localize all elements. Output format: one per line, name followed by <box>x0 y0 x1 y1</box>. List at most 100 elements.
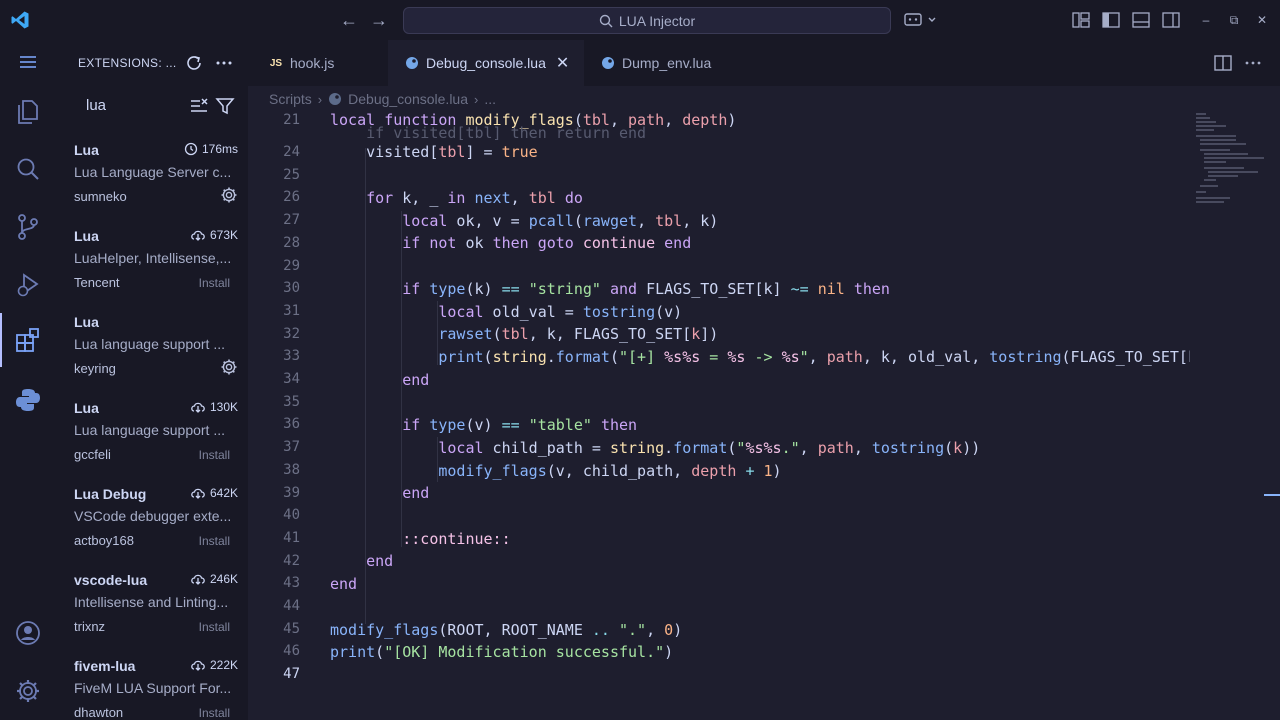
more-actions-icon[interactable] <box>1243 53 1263 73</box>
clear-filter-icon[interactable] <box>189 96 209 116</box>
search-icon[interactable] <box>12 153 44 185</box>
code-line: end <box>402 371 430 389</box>
install-button[interactable]: Install <box>199 448 230 462</box>
refresh-icon[interactable] <box>183 52 205 74</box>
extension-item[interactable]: vscode-lua 246K Intellisense and Linting..… <box>74 572 242 658</box>
install-button[interactable]: Install <box>199 620 230 634</box>
code-line: ::continue:: <box>402 530 511 548</box>
split-editor-icon[interactable] <box>1213 53 1233 73</box>
install-button[interactable]: Install <box>199 706 230 720</box>
editor-area: JS hook.js Debug_console.lua ✕ Dump_env.… <box>248 40 1280 720</box>
breadcrumb-folder[interactable]: Scripts <box>269 91 312 107</box>
line-number: 34 <box>283 371 300 387</box>
line-number: 26 <box>283 189 300 206</box>
install-button[interactable]: Install <box>199 276 230 290</box>
code-line: end <box>402 484 430 502</box>
line-number: 27 <box>283 212 300 229</box>
layout-icon[interactable] <box>1071 10 1091 30</box>
extension-stat: 222K <box>190 658 238 672</box>
tab-hook-js[interactable]: JS hook.js <box>252 40 388 86</box>
extension-description: Lua language support ... <box>74 336 226 352</box>
settings-icon[interactable] <box>12 675 44 707</box>
extension-name: Lua <box>74 314 99 330</box>
panel-toggle-icon[interactable] <box>1131 10 1151 30</box>
line-number: 24 <box>283 144 300 160</box>
history-icon <box>184 142 198 156</box>
run-debug-icon[interactable] <box>12 269 44 301</box>
more-actions-icon[interactable] <box>213 52 235 74</box>
code-line: print("[OK] Modification successful.") <box>330 643 674 661</box>
extension-description: Lua Language Server c... <box>74 164 232 180</box>
extension-item[interactable]: Lua Debug 642K VSCode debugger exte... actb… <box>74 486 242 572</box>
breadcrumb-file[interactable]: Debug_console.lua <box>348 91 468 107</box>
extension-stat: 130K <box>190 400 238 414</box>
activity-bar <box>0 40 56 720</box>
manage-gear-icon[interactable] <box>220 186 238 204</box>
breadcrumb-more[interactable]: ... <box>484 91 496 107</box>
extension-stat-value: 176ms <box>201 142 238 156</box>
menu-icon[interactable] <box>12 46 44 78</box>
install-button[interactable]: Install <box>199 534 230 548</box>
minimize-icon[interactable]: – <box>1196 10 1216 30</box>
download-cloud-icon <box>191 488 205 499</box>
code-line: modify_flags(ROOT, ROOT_NAME .. ".", 0) <box>330 621 683 639</box>
extension-item[interactable]: Lua Lua language support ... keyring <box>74 314 242 400</box>
code-line: rawset(tbl, k, FLAGS_TO_SET[k]) <box>438 325 719 343</box>
sidebar-toggle-icon[interactable] <box>1101 10 1121 30</box>
code-line: local child_path = string.format("%s%s."… <box>438 439 981 457</box>
search-icon <box>599 14 613 27</box>
line-number: 35 <box>283 393 300 410</box>
minimap[interactable] <box>1190 111 1280 720</box>
explorer-icon[interactable] <box>12 95 44 127</box>
extension-name: Lua <box>74 400 99 416</box>
extension-description: Lua language support ... <box>74 422 226 438</box>
secondary-sidebar-icon[interactable] <box>1161 10 1181 30</box>
restore-icon[interactable]: ⧉ <box>1224 10 1244 30</box>
extensions-icon[interactable] <box>12 324 44 356</box>
tab-label: Debug_console.lua <box>426 55 546 71</box>
download-cloud-icon <box>191 574 205 585</box>
extension-name: vscode-lua <box>74 572 148 588</box>
extension-publisher: dhawton <box>74 705 124 720</box>
line-number: 37 <box>283 439 300 456</box>
source-control-icon[interactable] <box>12 211 44 243</box>
back-arrow-icon[interactable]: ← <box>337 8 361 32</box>
download-cloud-icon <box>191 660 205 671</box>
extension-search-input[interactable]: lua <box>74 92 238 120</box>
vscode-logo-icon <box>11 11 29 29</box>
manage-gear-icon[interactable] <box>220 358 238 376</box>
sidebar-title: EXTENSIONS: ... <box>78 56 177 70</box>
filter-icon[interactable] <box>215 96 235 116</box>
extension-name: fivem-lua <box>74 658 136 674</box>
line-number: 41 <box>283 529 300 546</box>
line-number: 32 <box>283 325 300 342</box>
line-number: 44 <box>283 598 300 614</box>
extension-description: FiveM LUA Support For... <box>74 680 232 696</box>
command-center-text: LUA Injector <box>618 12 696 29</box>
command-center-search[interactable]: LUA Injector <box>403 7 891 34</box>
code-line: modify_flags(v, child_path, depth + 1) <box>438 462 782 480</box>
tab-dump-env-lua[interactable]: Dump_env.lua <box>584 40 744 86</box>
close-icon[interactable]: ✕ <box>1252 10 1272 30</box>
chevron-right-icon: › <box>474 91 479 107</box>
code-editor[interactable]: local function modify_flags(tbl, path, d… <box>330 111 1190 720</box>
extension-stat-value: 130K <box>209 400 238 414</box>
download-cloud-icon <box>191 230 205 241</box>
extension-item[interactable]: Lua 673K LuaHelper, Intellisense,... Tencen… <box>74 228 242 314</box>
extension-item[interactable]: Lua 130K Lua language support ... gccfeli In… <box>74 400 242 486</box>
line-number: 25 <box>283 166 300 183</box>
extension-stat: 642K <box>190 486 238 500</box>
extension-item[interactable]: Lua 176ms Lua Language Server c... sumneko <box>74 142 242 228</box>
copilot-icon[interactable] <box>903 10 939 30</box>
close-tab-icon[interactable]: ✕ <box>556 53 569 73</box>
account-icon[interactable] <box>12 617 44 649</box>
code-line: visited[tbl] = true <box>330 143 538 161</box>
python-icon[interactable] <box>12 384 44 416</box>
code-line: end <box>330 575 358 593</box>
tab-label: Dump_env.lua <box>622 55 712 71</box>
search-query: lua <box>86 97 107 114</box>
forward-arrow-icon[interactable]: → <box>367 8 391 32</box>
line-number: 29 <box>283 257 300 274</box>
tab-debug-console-lua[interactable]: Debug_console.lua ✕ <box>388 40 584 86</box>
extension-item[interactable]: fivem-lua 222K FiveM LUA Support For... dha… <box>74 658 242 720</box>
